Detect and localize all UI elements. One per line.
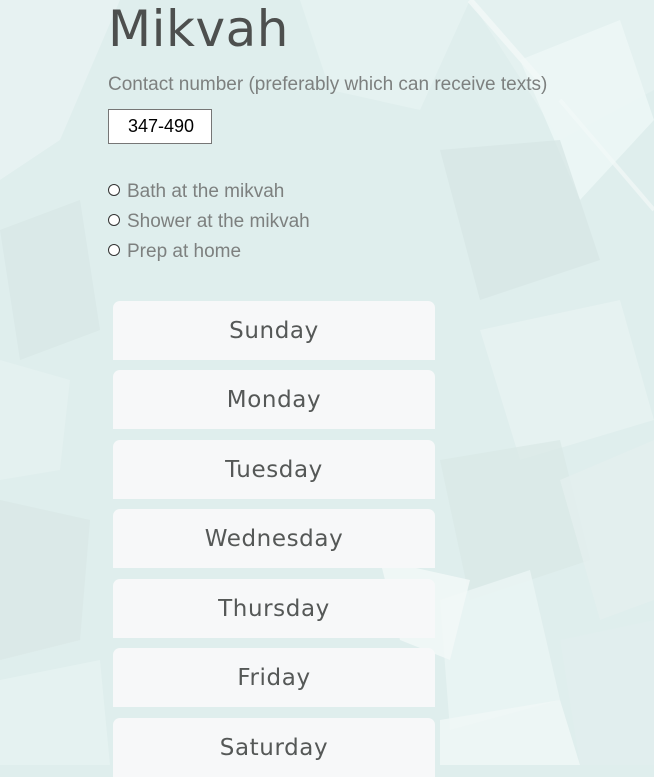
option-label: Bath at the mikvah <box>127 181 285 202</box>
day-button-sunday[interactable]: Sunday <box>113 301 435 360</box>
option-label: Prep at home <box>127 241 242 262</box>
contact-number-input[interactable] <box>108 109 212 144</box>
option-bath-at-mikvah[interactable]: Bath at the mikvah <box>108 180 284 204</box>
day-button-thursday[interactable]: Thursday <box>113 579 435 638</box>
page-content: Mikvah Contact number (preferably which … <box>0 0 654 777</box>
radio-button-shower[interactable] <box>108 214 120 226</box>
option-prep-at-home[interactable]: Prep at home <box>108 240 241 264</box>
page-title: Mikvah <box>108 0 289 58</box>
day-button-monday[interactable]: Monday <box>113 370 435 429</box>
option-shower-at-mikvah[interactable]: Shower at the mikvah <box>108 210 310 234</box>
day-button-tuesday[interactable]: Tuesday <box>113 440 435 499</box>
day-button-wednesday[interactable]: Wednesday <box>113 509 435 568</box>
radio-button-bath[interactable] <box>108 184 120 196</box>
day-button-friday[interactable]: Friday <box>113 648 435 707</box>
radio-button-prep[interactable] <box>108 244 120 256</box>
day-button-saturday[interactable]: Saturday <box>113 718 435 777</box>
contact-number-label: Contact number (preferably which can rec… <box>108 74 548 95</box>
option-label: Shower at the mikvah <box>127 211 310 232</box>
